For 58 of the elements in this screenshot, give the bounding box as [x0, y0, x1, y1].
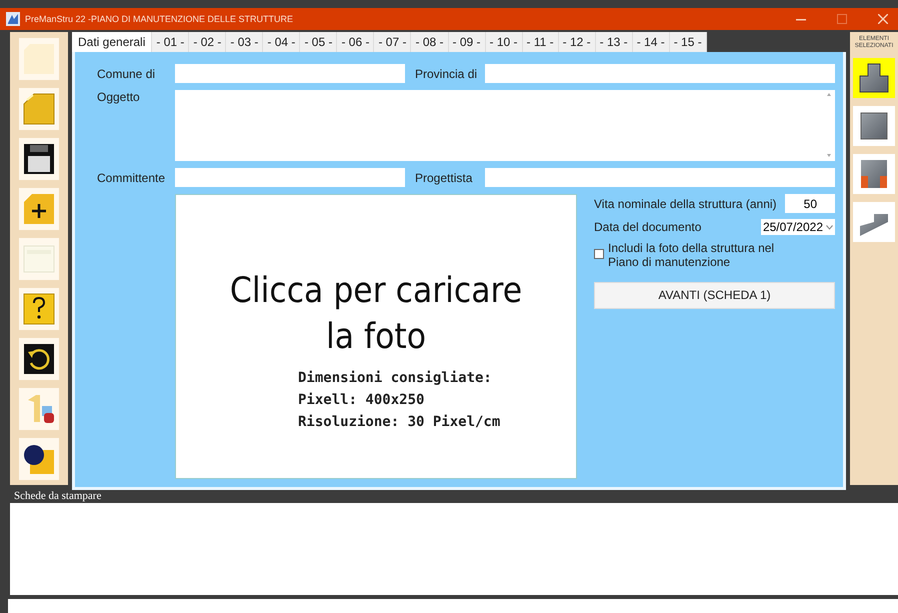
window-title: PreManStru 22 -PIANO DI MANUTENZIONE DELLE STRUTTURE	[25, 14, 294, 24]
field-label: Committente	[97, 170, 166, 184]
save-button[interactable]	[19, 138, 59, 180]
input-field[interactable]	[175, 168, 405, 187]
tab[interactable]: - 04 -	[263, 32, 300, 52]
tab[interactable]: - 12 -	[558, 32, 596, 52]
field-label: Comune di	[97, 66, 156, 80]
tab[interactable]: - 01 -	[152, 32, 190, 52]
element-button[interactable]	[853, 58, 895, 98]
tab[interactable]: - 15 -	[670, 32, 707, 52]
tab[interactable]: Dati generali	[72, 32, 152, 52]
maximize-icon[interactable]	[837, 14, 847, 24]
tab[interactable]: - 07 -	[374, 32, 412, 52]
input-field[interactable]	[175, 64, 405, 83]
tab[interactable]: - 05 -	[300, 32, 338, 52]
new-file-button[interactable]	[19, 188, 59, 230]
upload-prompt: Clicca per caricare	[230, 270, 522, 314]
field-label: Oggetto	[97, 90, 141, 104]
field-label: Provincia di	[414, 66, 478, 80]
tab[interactable]: - 03 -	[226, 32, 264, 52]
checkbox-label: Includi la foto della struttura nel Piano di manutenzione	[608, 241, 776, 270]
element-button[interactable]	[853, 202, 895, 242]
date-picker[interactable]: 25/07/2022	[760, 219, 835, 235]
tab[interactable]: - 09 -	[448, 32, 486, 52]
tab[interactable]: - 11 -	[522, 32, 559, 52]
numbering-button[interactable]	[19, 388, 59, 430]
upload-hint: Risoluzione: 30 Pixel/cm	[298, 412, 500, 432]
input-field[interactable]	[485, 168, 835, 187]
ball-button[interactable]	[19, 438, 59, 480]
upload-prompt: la foto	[326, 316, 426, 359]
tab[interactable]: - 06 -	[337, 32, 374, 52]
open-folder-button[interactable]	[19, 88, 59, 130]
element-button[interactable]	[853, 106, 895, 146]
element-shape-icon	[858, 62, 890, 94]
field-label: Vita nominale della struttura (anni)	[594, 196, 777, 210]
undo-button[interactable]	[19, 338, 59, 380]
caret-icon[interactable]	[826, 224, 833, 230]
input-field[interactable]: 50	[785, 194, 835, 213]
element-button[interactable]	[853, 154, 895, 194]
tab[interactable]: - 08 -	[411, 32, 448, 52]
checkbox[interactable]	[594, 249, 604, 259]
element-shape-icon	[858, 158, 890, 190]
upload-hint: Pixell: 400x250	[298, 391, 424, 410]
element-shape-icon	[858, 110, 890, 142]
tab[interactable]: - 02 -	[189, 32, 226, 52]
upload-hint: Dimensioni consigliate:	[298, 369, 492, 388]
app-icon	[6, 12, 20, 26]
next-button[interactable]: AVANTI (SCHEDA 1)	[594, 282, 835, 309]
tab[interactable]: - 10 -	[486, 32, 523, 52]
field-label: Progettista	[414, 170, 474, 184]
field-label: Data del documento	[594, 220, 702, 234]
close-icon[interactable]	[878, 14, 888, 24]
panel-title: Schede da stampare	[13, 489, 102, 503]
help-button[interactable]	[19, 288, 59, 330]
tab[interactable]: - 13 -	[596, 32, 633, 52]
input-field[interactable]	[485, 64, 835, 83]
photo-upload-area[interactable]: Clicca per caricare la foto Dimensioni consigliate: Pixell: 400x250 Risoluzione: 30 Pixel/cm	[175, 194, 577, 479]
tab[interactable]: - 14 -	[632, 32, 670, 52]
